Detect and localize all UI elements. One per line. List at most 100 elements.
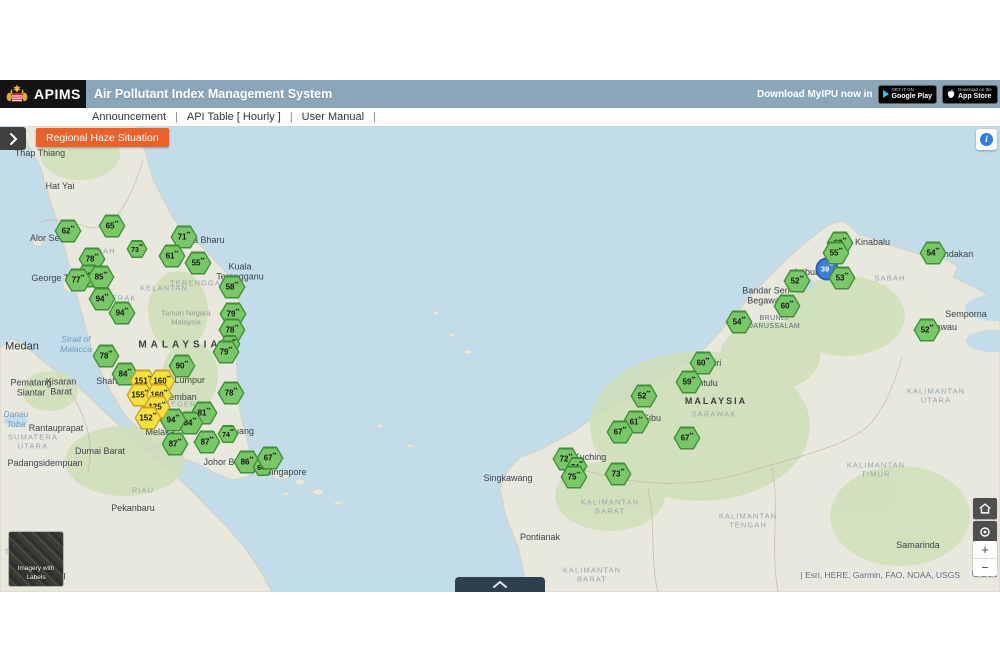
chevron-up-icon	[492, 580, 508, 589]
hexagon-marker-face: 52**	[632, 386, 656, 406]
api-value: 52**	[791, 277, 804, 286]
basemap-toggle-label: Imagery with Labels	[9, 565, 63, 582]
api-value: 74**	[222, 430, 234, 439]
api-value: 52**	[921, 326, 934, 335]
hexagon-marker-face: 78**	[94, 346, 118, 366]
api-value: 78**	[225, 389, 238, 398]
home-icon	[978, 502, 992, 515]
regional-haze-button[interactable]: Regional Haze Situation	[36, 128, 169, 147]
app-store-badge[interactable]: Download on the App Store	[942, 85, 998, 104]
locate-button[interactable]	[973, 521, 997, 542]
nav-link[interactable]: User Manual	[302, 111, 364, 123]
api-value: 54**	[927, 249, 940, 258]
hexagon-marker-face: 60**	[691, 353, 715, 373]
hexagon-marker-face: 61**	[160, 246, 184, 266]
api-value: 71**	[178, 233, 191, 242]
api-value: 54**	[733, 318, 746, 327]
download-prompt: Download MyIPU now in	[757, 89, 873, 100]
api-value: 61**	[166, 252, 179, 261]
api-value: 73**	[612, 470, 625, 479]
api-value: 90**	[176, 362, 189, 371]
api-value: 52**	[638, 392, 651, 401]
hexagon-marker-face: 67**	[608, 422, 632, 442]
hexagon-marker-face: 62**	[56, 221, 80, 241]
hexagon-marker-face: 55**	[186, 253, 210, 273]
hexagon-marker-face: 67**	[675, 428, 699, 448]
hexagon-marker-face: 71**	[172, 227, 196, 247]
map-landmasses	[0, 126, 1000, 592]
hexagon-marker-face: 54**	[921, 243, 945, 263]
api-value: 67**	[614, 428, 627, 437]
nav-separator: |	[373, 111, 376, 123]
hexagon-marker-face: 52**	[785, 271, 809, 291]
zoom-controls: + −	[973, 541, 997, 576]
nav-link[interactable]: Announcement	[92, 111, 166, 123]
hexagon-marker-face: 74**	[219, 427, 237, 442]
map-canvas[interactable]: Thap ThiangHat YaiAlor SetarKota BharuKu…	[0, 126, 1000, 592]
hexagon-marker-face: 54**	[727, 312, 751, 332]
sidebar-expand-button[interactable]	[0, 127, 26, 150]
api-value: 94**	[167, 416, 180, 425]
api-value: 81**	[198, 409, 211, 418]
hexagon-marker-face: 85**	[89, 267, 113, 287]
locate-icon	[978, 525, 992, 539]
malaysia-crest-icon	[5, 84, 29, 104]
app-store-line2: App Store	[958, 93, 992, 100]
hexagon-marker-face: 75**	[562, 467, 586, 487]
hexagon-marker-face: 152**	[136, 408, 160, 428]
map-attribution: | Esri, HERE, Garmin, FAO, NOAA, USGS	[801, 570, 961, 580]
hexagon-marker-face: 90**	[170, 356, 194, 376]
hexagon-marker-face: 59**	[677, 372, 701, 392]
api-value: 55**	[192, 259, 205, 268]
api-value: 65**	[106, 222, 119, 231]
google-play-badge[interactable]: GET IT ON Google Play	[878, 85, 937, 104]
brand-block: APIMS	[0, 80, 86, 108]
hexagon-marker-face: 58**	[220, 277, 244, 297]
hexagon-marker-face: 87**	[163, 434, 187, 454]
apims-page: APIMS Air Pollutant Index Management Sys…	[0, 0, 1000, 670]
google-play-line2: Google Play	[892, 93, 932, 100]
app-title: Air Pollutant Index Management System	[94, 80, 332, 108]
api-value: 84**	[119, 370, 132, 379]
hexagon-marker-face: 53**	[830, 268, 854, 288]
nav-separator: |	[175, 111, 178, 123]
api-value: 94**	[96, 295, 109, 304]
nav-link[interactable]: API Table [ Hourly ]	[187, 111, 281, 123]
api-value: 87**	[201, 438, 214, 447]
api-value: 78**	[86, 255, 99, 264]
apple-icon	[947, 89, 955, 99]
api-value: 87**	[169, 440, 182, 449]
app-brand: APIMS	[34, 86, 81, 102]
info-button[interactable]: i	[976, 129, 997, 150]
home-button[interactable]	[973, 498, 997, 519]
api-value: 60**	[781, 302, 794, 311]
zoom-out-button[interactable]: −	[973, 558, 997, 576]
header-download-area: Download MyIPU now in GET IT ON Google P…	[757, 83, 998, 105]
api-value: 79**	[220, 348, 233, 357]
zoom-in-button[interactable]: +	[973, 541, 997, 558]
hexagon-marker-face: 73**	[606, 464, 630, 484]
chevron-right-icon	[7, 132, 19, 146]
api-value: 77**	[72, 276, 85, 285]
hexagon-marker-face: 78**	[219, 383, 243, 403]
hexagon-marker-face: 52**	[915, 320, 939, 340]
hexagon-marker-face: 77**	[66, 270, 90, 290]
api-value: 78**	[100, 352, 113, 361]
bottom-panel-toggle[interactable]	[455, 577, 545, 592]
api-value: 53**	[836, 274, 849, 283]
api-value: 59**	[683, 378, 696, 387]
api-value: 94**	[116, 309, 129, 318]
hexagon-marker-face: 73**	[128, 242, 146, 257]
api-value: 67**	[681, 434, 694, 443]
api-value: 55**	[830, 249, 843, 258]
nav-separator: |	[290, 111, 293, 123]
hexagon-marker-face: 87**	[195, 432, 219, 452]
hexagon-marker-face: 55**	[824, 243, 848, 263]
hexagon-marker-face: 94**	[90, 289, 114, 309]
api-value: 85**	[95, 273, 108, 282]
nav-links: Announcement | API Table [ Hourly ] | User M…	[0, 108, 1000, 126]
basemap-toggle[interactable]: Imagery with Labels	[8, 531, 64, 587]
api-value: 152**	[139, 414, 156, 423]
api-value: 79**	[227, 310, 240, 319]
api-value: 73**	[131, 245, 143, 254]
